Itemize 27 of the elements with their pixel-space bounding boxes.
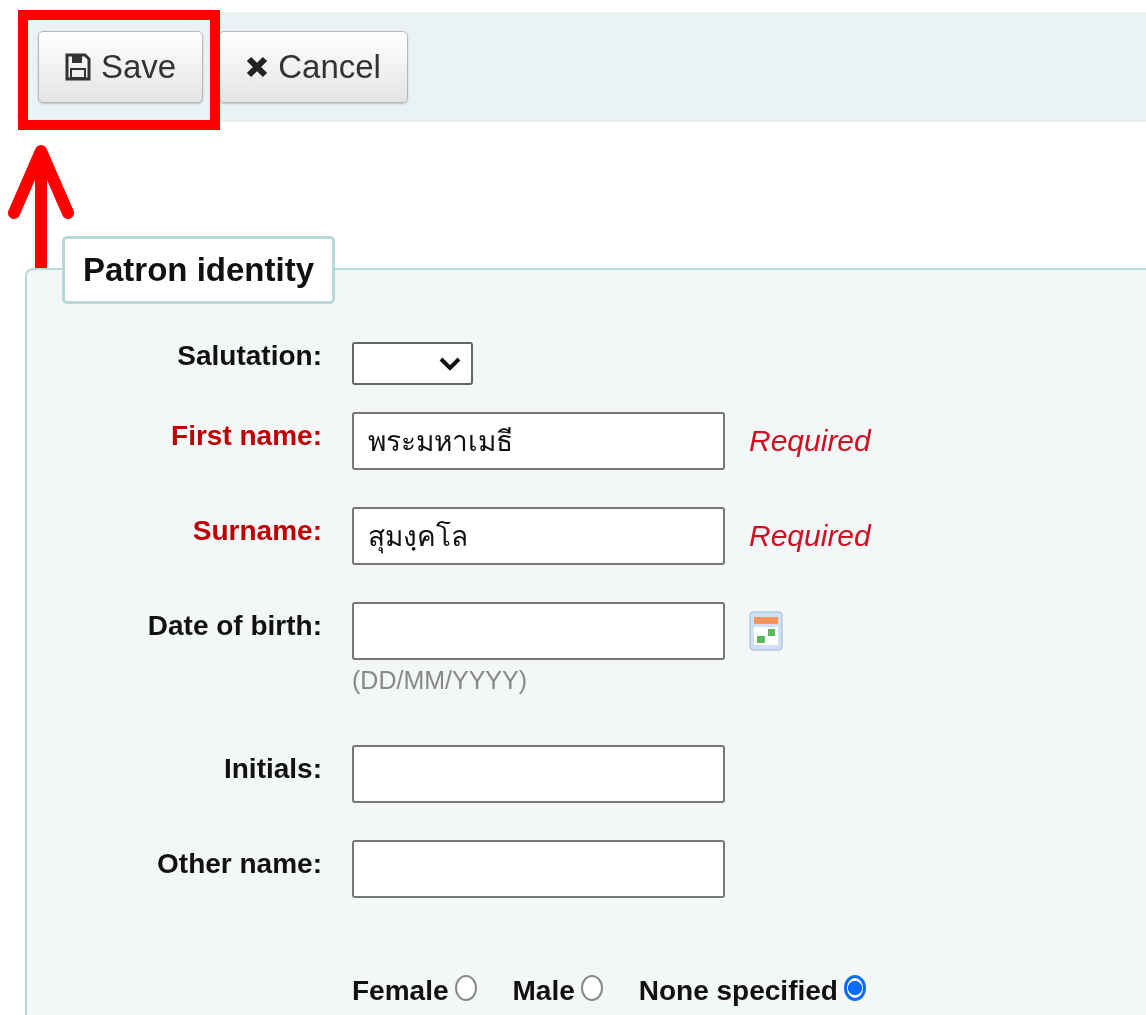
input-field[interactable]: พระมหาเมธี [352,412,725,470]
chevron-down-icon [439,356,461,371]
radio-button[interactable] [843,975,866,1001]
close-icon [246,55,269,79]
required-note: Required [749,519,871,553]
required-note: Required [749,424,871,458]
radio-label: Male [512,975,575,1007]
date-format-hint: (DD/MM/YYYY) [352,666,528,695]
radio-label: None specified [638,975,838,1007]
select-field[interactable] [352,342,473,385]
field-label: Surname: [191,514,322,548]
input-field[interactable]: สุมงฺคโล [352,507,725,565]
field-label: Other name: [156,847,322,881]
field-label: Initials: [223,752,322,786]
save-button[interactable]: Save [38,31,204,103]
input-field[interactable] [352,745,725,803]
radio-button[interactable] [454,975,477,1001]
radio-button[interactable] [580,975,603,1001]
field-label: First name: [170,419,322,453]
radio-label: Female [352,975,449,1007]
input-field[interactable] [352,840,725,898]
field-label: Date of birth: [146,609,322,643]
input-field[interactable] [352,602,725,660]
legend-title: Patron identity [62,236,336,304]
calendar-icon[interactable] [749,611,783,651]
field-label: Salutation: [176,339,322,373]
cancel-button[interactable]: Cancel [219,31,408,103]
